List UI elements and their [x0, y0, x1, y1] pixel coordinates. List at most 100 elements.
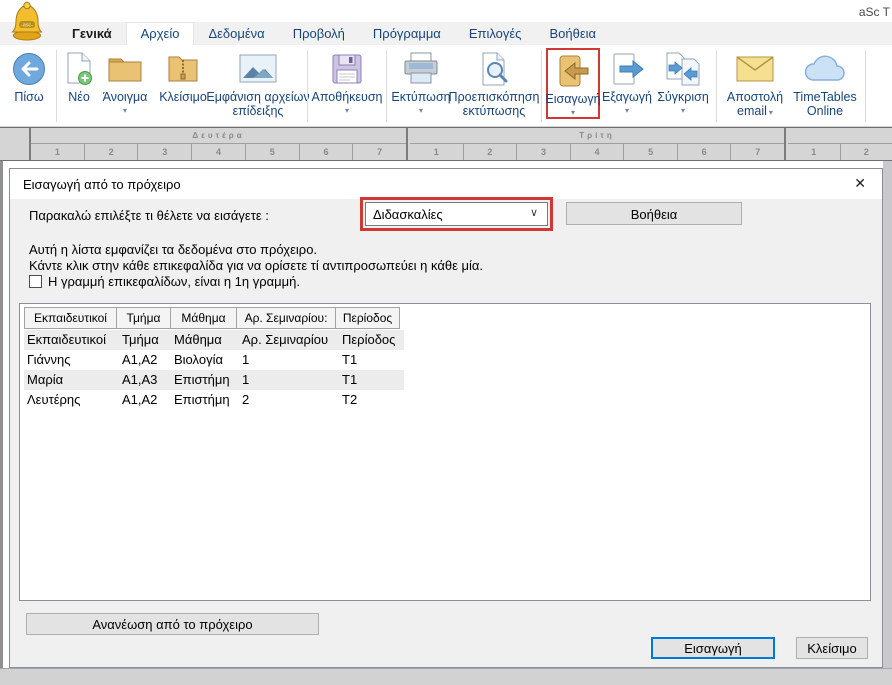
- import-button-highlighted[interactable]: Εισαγωγή ▾: [546, 48, 600, 119]
- column-header-period[interactable]: Περίοδος: [335, 307, 400, 329]
- back-icon: [11, 48, 47, 90]
- print-button[interactable]: Εκτύπωση ▾: [391, 48, 451, 115]
- period-cell: 4: [192, 144, 246, 160]
- column-header-class[interactable]: Τμήμα: [116, 307, 171, 329]
- header-row-checkbox[interactable]: [29, 275, 42, 288]
- cell: Λευτέρης: [27, 392, 80, 407]
- period-cell: 5: [246, 144, 300, 160]
- table-row[interactable]: Λευτέρης Α1,Α2 Επιστήμη 2 Τ2: [24, 390, 404, 410]
- export-button[interactable]: Εξαγωγή ▾: [600, 48, 654, 115]
- left-border-strip: [0, 161, 3, 668]
- send-email-button[interactable]: Αποστολή email▾: [721, 48, 789, 120]
- dialog-close-button[interactable]: Κλείσιμο: [796, 637, 868, 659]
- clipboard-data-list[interactable]: Εκπαιδευτικοί Τμήμα Μάθημα Αρ. Σεμιναρίο…: [19, 303, 871, 601]
- period-cell: 3: [138, 144, 192, 160]
- svg-text:-asc-: -asc-: [21, 23, 33, 29]
- day-name: Δευτέρα: [31, 128, 406, 144]
- menu-tab-help[interactable]: Βοήθεια: [535, 22, 610, 45]
- help-button[interactable]: Βοήθεια: [566, 202, 742, 225]
- compare-icon: [663, 48, 703, 90]
- right-margin-strip: [883, 161, 892, 668]
- asc-timetables-window: aSc T -asc- Γενικά Αρχείο Δεδομένα Προβο…: [0, 0, 892, 685]
- table-row[interactable]: Μαρία Α1,Α3 Επιστήμη 1 Τ1: [24, 370, 404, 390]
- asc-bell-logo-icon[interactable]: -asc-: [8, 1, 46, 48]
- menu-tab-options[interactable]: Επιλογές: [455, 22, 536, 45]
- cell: Επιστήμη: [174, 372, 230, 387]
- toolbar-separator: [56, 50, 57, 122]
- dialog-title: Εισαγωγή από το πρόχειρο: [23, 177, 181, 192]
- dropdown-caret-icon[interactable]: ▾: [123, 106, 127, 115]
- timetables-online-button[interactable]: TimeTables Online: [789, 48, 861, 118]
- clipboard-info-line1: Αυτή η λίστα εμφανίζει τα δεδομένα στο π…: [29, 242, 317, 257]
- header-row-checkbox-label: Η γραμμή επικεφαλίδων, είναι η 1η γραμμή…: [48, 274, 300, 289]
- timetable-corner-cell: [0, 128, 31, 160]
- cell: Περίοδος: [342, 332, 395, 347]
- dropdown-caret-icon[interactable]: ▾: [769, 108, 773, 117]
- toolbar-label: Άνοιγμα: [103, 90, 148, 104]
- back-button[interactable]: Πίσω: [6, 48, 52, 104]
- cell: Βιολογία: [174, 352, 223, 367]
- period-cell: 1: [31, 144, 85, 160]
- period-cell: 1: [788, 144, 841, 160]
- toolbar-label: TimeTables: [793, 90, 856, 104]
- menu-tab-general[interactable]: Γενικά: [58, 22, 126, 45]
- table-row[interactable]: Γιάννης Α1,Α2 Βιολογία 1 Τ1: [24, 350, 404, 370]
- cell: Επιστήμη: [174, 392, 230, 407]
- column-header-teachers[interactable]: Εκπαιδευτικοί: [24, 307, 117, 329]
- day-name: Τρίτη: [410, 128, 784, 144]
- import-type-dropdown[interactable]: Διδασκαλίες ∨: [365, 202, 548, 226]
- period-cell: 7: [731, 144, 784, 160]
- cell: Μαρία: [27, 372, 63, 387]
- import-icon: [554, 50, 592, 92]
- dialog-import-button[interactable]: Εισαγωγή: [651, 637, 775, 659]
- show-demo-files-button[interactable]: Εμφάνιση αρχείων επίδειξης: [213, 48, 303, 118]
- close-file-button[interactable]: Κλείσιμο: [153, 48, 213, 104]
- print-preview-icon: [476, 48, 512, 90]
- dropdown-caret-icon[interactable]: ▾: [681, 106, 685, 115]
- column-header-seminar[interactable]: Αρ. Σεμιναρίου:: [236, 307, 336, 329]
- cell: 1: [242, 372, 249, 387]
- cell: Γιάννης: [27, 352, 71, 367]
- toolbar-label: Προεπισκόπηση: [449, 90, 540, 104]
- period-cell: 6: [678, 144, 732, 160]
- menu-tab-file[interactable]: Αρχείο: [126, 22, 195, 45]
- dropdown-caret-icon[interactable]: ▾: [419, 106, 423, 115]
- chevron-down-icon: ∨: [530, 206, 538, 219]
- menu-tab-view[interactable]: Προβολή: [279, 22, 359, 45]
- export-icon: [608, 48, 646, 90]
- cloud-icon: [803, 48, 847, 90]
- cell: 2: [242, 392, 249, 407]
- column-header-subject[interactable]: Μάθημα: [170, 307, 237, 329]
- timetable-day-monday: Δευτέρα 1 2 3 4 5 6 7: [31, 128, 408, 160]
- save-button[interactable]: Αποθήκευση ▾: [312, 48, 382, 115]
- table-row[interactable]: Εκπαιδευτικοί Τμήμα Μάθημα Αρ. Σεμιναρίο…: [24, 330, 404, 350]
- timetable-day-third: 1 2: [788, 128, 892, 160]
- menu-bar: Γενικά Αρχείο Δεδομένα Προβολή Πρόγραμμα…: [0, 22, 892, 45]
- print-preview-button[interactable]: Προεπισκόπηση εκτύπωσης: [451, 48, 537, 118]
- day-name: [788, 128, 892, 144]
- ribbon-toolbar: Πίσω Νέο Άνοιγμα ▾: [0, 45, 892, 127]
- period-row: 1 2 3 4 5 6 7: [410, 144, 784, 160]
- dialog-close-icon[interactable]: ✕: [854, 175, 866, 192]
- clipboard-info-line2: Κάντε κλικ στην κάθε επικεφαλίδα για να …: [29, 258, 483, 273]
- menu-tab-data[interactable]: Δεδομένα: [194, 22, 278, 45]
- dropdown-caret-icon[interactable]: ▾: [625, 106, 629, 115]
- email-envelope-icon: [735, 48, 775, 90]
- toolbar-label-line2: εκτύπωσης: [463, 104, 526, 118]
- window-titlebar: aSc T: [0, 0, 892, 22]
- refresh-from-clipboard-button[interactable]: Ανανέωση από το πρόχειρο: [26, 613, 319, 635]
- toolbar-label: Νέο: [68, 90, 90, 104]
- cell: Α1,Α2: [122, 392, 157, 407]
- cell: Εκπαιδευτικοί: [27, 332, 106, 347]
- toolbar-label: Αποθήκευση: [312, 90, 383, 104]
- select-import-type-label: Παρακαλώ επιλέξτε τι θέλετε να εισάγετε …: [29, 208, 269, 223]
- open-button[interactable]: Άνοιγμα ▾: [97, 48, 153, 115]
- menu-tab-schedule[interactable]: Πρόγραμμα: [359, 22, 455, 45]
- period-cell: 2: [841, 144, 892, 160]
- period-cell: 1: [410, 144, 464, 160]
- dropdown-caret-icon[interactable]: ▾: [345, 106, 349, 115]
- highlight-box-import-type: Διδασκαλίες ∨: [360, 197, 553, 231]
- new-button[interactable]: Νέο: [61, 48, 97, 104]
- compare-button[interactable]: Σύγκριση ▾: [654, 48, 712, 115]
- dropdown-caret-icon[interactable]: ▾: [571, 108, 575, 117]
